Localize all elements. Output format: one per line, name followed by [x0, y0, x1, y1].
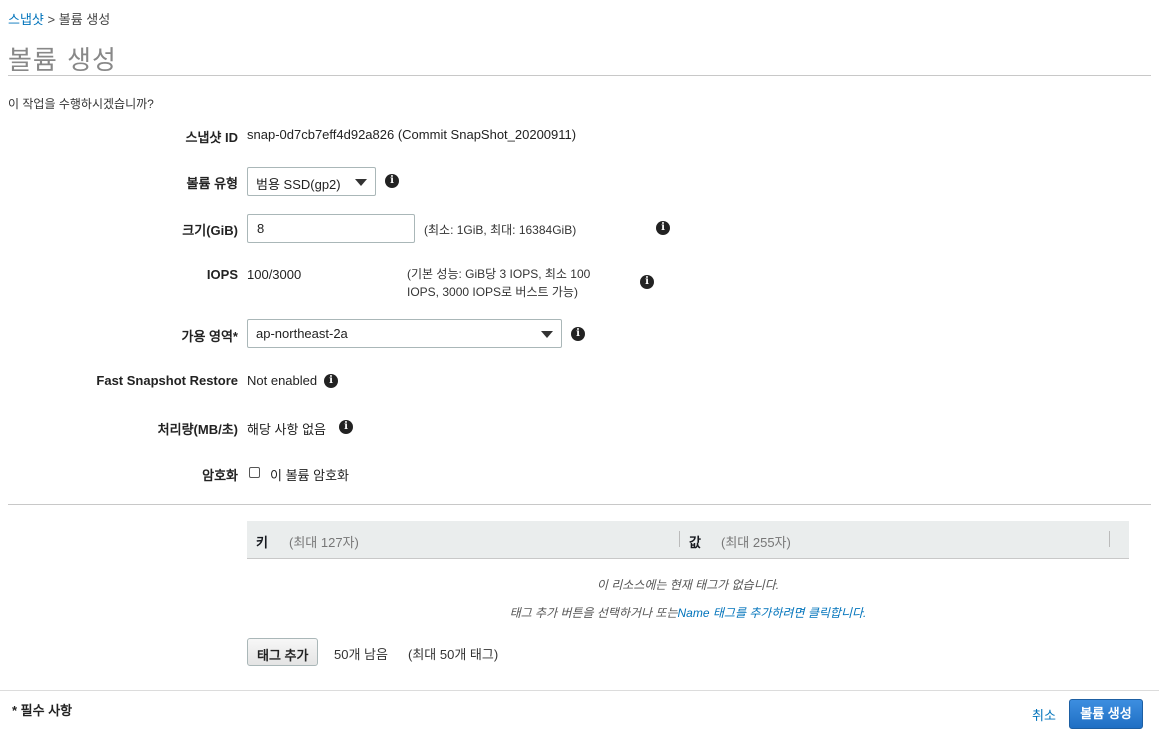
encrypt-checkbox[interactable]: [249, 467, 260, 478]
tags-max: (최대 50개 태그): [408, 647, 499, 662]
snapshot-id-value: snap-0d7cb7eff4d92a826 (Commit SnapShot_…: [247, 127, 577, 142]
iops-label: IOPS: [206, 267, 238, 282]
section-divider: [8, 504, 1151, 505]
info-icon[interactable]: i: [656, 221, 670, 235]
iops-hint-line2: IOPS, 3000 IOPS로 버스트 가능): [407, 285, 578, 299]
az-label: 가용 영역*: [181, 329, 238, 344]
iops-value: 100/3000: [247, 267, 302, 282]
fsr-value: Not enabled: [247, 373, 318, 388]
confirm-question: 이 작업을 수행하시겠습니까?: [8, 97, 154, 111]
iops-hint: (기본 성능: GiB당 3 IOPS, 최소 100 IOPS, 3000 I…: [407, 265, 590, 301]
info-icon[interactable]: i: [385, 174, 399, 188]
add-name-tag-link[interactable]: Name 태그를 추가하려면 클릭합니다.: [678, 606, 867, 620]
breadcrumb-separator: >: [47, 12, 56, 27]
caret-down-icon: [541, 331, 553, 338]
tag-key-hint: (최대 127자): [289, 535, 359, 550]
tag-value-hint: (최대 255자): [721, 535, 791, 550]
az-selected: ap-northeast-2a: [256, 326, 348, 341]
encryption-label: 암호화: [202, 468, 238, 483]
volume-type-select[interactable]: 범용 SSD(gp2): [247, 167, 376, 196]
add-tag-button[interactable]: 태그 추가: [247, 638, 319, 666]
throughput-value: 해당 사항 없음: [247, 422, 326, 437]
caret-down-icon: [355, 179, 367, 186]
breadcrumb: 스냅샷 > 볼륨 생성: [8, 9, 110, 28]
breadcrumb-current: 볼륨 생성: [58, 12, 111, 27]
create-volume-button[interactable]: 볼륨 생성: [1069, 699, 1143, 729]
size-input[interactable]: [247, 214, 415, 243]
tags-empty-hint-text: 태그 추가 버튼을 선택하거나 또는: [509, 606, 678, 620]
page-title: 볼륨 생성: [8, 46, 117, 76]
volume-type-label: 볼륨 유형: [186, 176, 238, 191]
encrypt-checkbox-label[interactable]: 이 볼륨 암호화: [270, 465, 349, 484]
tags-empty-hint: 태그 추가 버튼을 선택하거나 또는Name 태그를 추가하려면 클릭합니다.: [247, 604, 1129, 621]
breadcrumb-snapshots-link[interactable]: 스냅샷: [8, 12, 44, 27]
column-divider: [679, 531, 680, 547]
info-icon[interactable]: i: [324, 374, 338, 388]
tag-key-header: 키: [256, 535, 268, 550]
info-icon[interactable]: i: [339, 420, 353, 434]
tag-value-header: 값: [689, 535, 701, 550]
info-icon[interactable]: i: [571, 327, 585, 341]
info-icon[interactable]: i: [640, 275, 654, 289]
iops-hint-line1: (기본 성능: GiB당 3 IOPS, 최소 100: [407, 267, 591, 281]
size-hint: (최소: 1GiB, 최대: 16384GiB): [424, 223, 577, 237]
az-select[interactable]: ap-northeast-2a: [247, 319, 562, 348]
footer-divider: [0, 690, 1159, 691]
fsr-label: Fast Snapshot Restore: [96, 373, 238, 388]
column-divider: [1109, 531, 1110, 547]
required-note: * 필수 사항: [12, 703, 73, 718]
title-divider: [8, 75, 1151, 76]
snapshot-id-label: 스냅샷 ID: [185, 130, 239, 145]
size-label: 크기(GiB): [182, 223, 238, 238]
volume-type-selected: 범용 SSD(gp2): [256, 177, 341, 192]
tags-empty-message: 이 리소스에는 현재 태그가 없습니다.: [596, 578, 780, 592]
cancel-link[interactable]: 취소: [1032, 705, 1056, 724]
tags-remaining: 50개 남음: [334, 647, 388, 662]
throughput-label: 처리량(MB/초): [157, 422, 238, 437]
tags-table-header: 키 (최대 127자) 값 (최대 255자): [247, 521, 1129, 559]
